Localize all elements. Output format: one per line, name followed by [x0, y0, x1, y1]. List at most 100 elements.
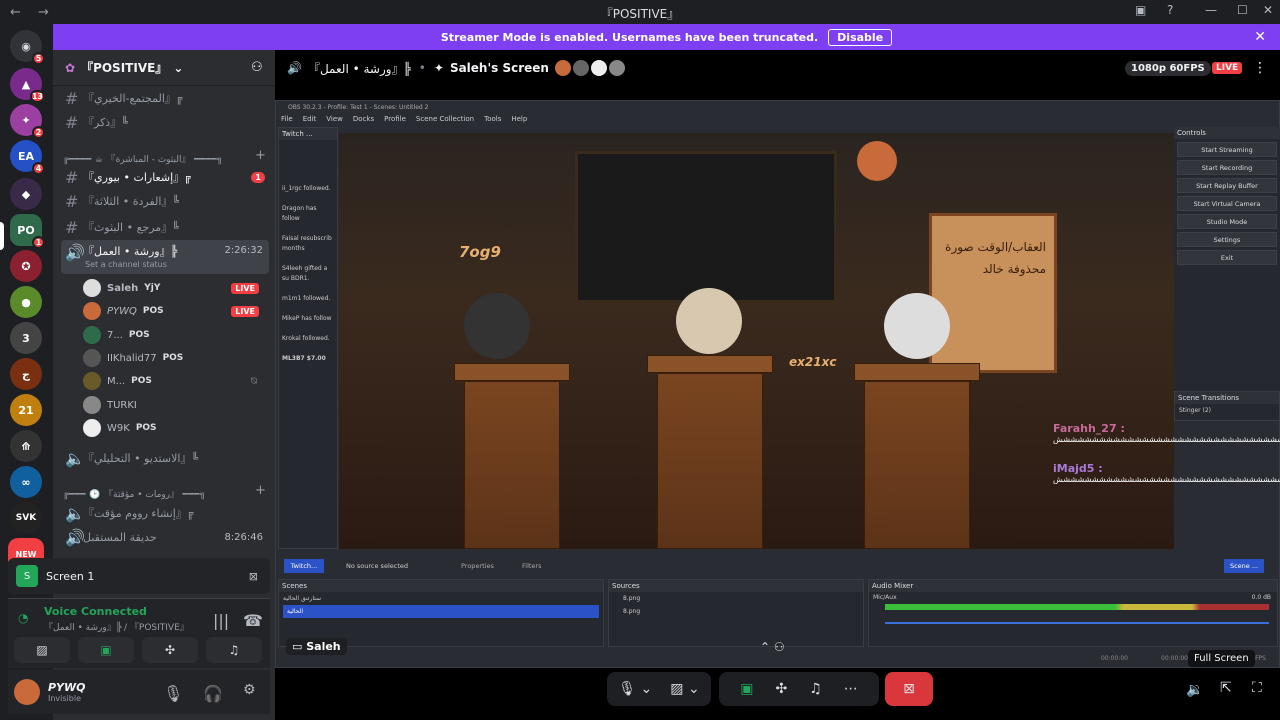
close-window-icon[interactable]: ✕	[1263, 3, 1273, 17]
channel-item[interactable]: 🔊 حديقة المستقبل 8:26:46	[61, 526, 269, 548]
camera-toggle-button[interactable]: ▨	[14, 637, 70, 663]
category-header[interactable]: ╔━━━━ ☕ 『البثوث - المباشرة』 ━━━━╗	[63, 152, 263, 165]
menu-file[interactable]: File	[281, 115, 293, 127]
voice-location[interactable]: 『ورشة • العمل』╠ / 『POSITIVE』	[44, 620, 189, 633]
source-item[interactable]: 8.png	[609, 592, 863, 605]
whiteboard: العقاب/الوقت صورة محذوفة خالد	[929, 213, 1057, 373]
menu-tools[interactable]: Tools	[484, 115, 501, 127]
exit-button[interactable]: Exit	[1177, 250, 1277, 265]
more-options-icon[interactable]: ⋮	[1253, 60, 1267, 76]
close-banner-icon[interactable]: ✕	[1254, 29, 1266, 45]
server-icon[interactable]: SVK	[10, 502, 42, 534]
server-header[interactable]: ✿ 『POSITIVE』 ⌄ ⚇	[53, 50, 275, 86]
soundboard-button[interactable]: ♫	[206, 637, 262, 663]
menu-docks[interactable]: Docks	[353, 115, 374, 127]
share-controls[interactable]: ▣ ✣ ♫ ⋯	[719, 672, 879, 706]
volume-icon[interactable]: 🔉	[1186, 682, 1203, 698]
server-icon[interactable]: ∞	[10, 466, 42, 498]
channel-item[interactable]: # 『الفردة • الثلاثة』╚	[61, 190, 269, 212]
channel-item[interactable]: # 『ذكر』╚	[61, 111, 269, 133]
voice-user[interactable]: Saleh YjY LIVE	[83, 277, 263, 299]
headphones-icon[interactable]: 🎧	[203, 684, 223, 703]
scene-item[interactable]: ستارتنق الحالية	[279, 592, 603, 605]
filters-button[interactable]: Filters	[522, 562, 541, 570]
voice-user[interactable]: PYWQ POS LIVE	[83, 300, 263, 322]
channel-item[interactable]: # 『المجتمع-الخيري』╔	[61, 87, 269, 109]
podium	[454, 363, 570, 381]
noise-suppression-icon[interactable]: |||	[213, 611, 229, 630]
server-icon[interactable]: EA 4	[10, 140, 45, 175]
channel-item[interactable]: # 『مرجع • البثوث』╚	[61, 216, 269, 238]
menu-help[interactable]: Help	[511, 115, 527, 127]
volume-slider[interactable]	[885, 622, 1269, 624]
voice-user[interactable]: 7... POS	[83, 324, 263, 346]
voice-user[interactable]: TURKI	[83, 394, 263, 416]
minimize-icon[interactable]: —	[1205, 3, 1217, 17]
share-screen-button[interactable]: ▣	[78, 637, 134, 663]
menu-profile[interactable]: Profile	[384, 115, 406, 127]
start-replay-buffer-button[interactable]: Start Replay Buffer	[1177, 178, 1277, 193]
voice-user[interactable]: W9K POS	[83, 417, 263, 439]
screen-share-panel[interactable]: S Screen 1 ⊠	[8, 558, 270, 594]
obs-preview[interactable]: 7og9 ex21xc العقاب/الوقت صورة محذوفة خال…	[339, 133, 1174, 549]
twitch-tab[interactable]: Twitch...	[284, 559, 324, 573]
discord-home-icon[interactable]: ◉ 5	[10, 30, 45, 65]
popout-icon[interactable]: ⇱	[1220, 680, 1232, 696]
menu-scene-collection[interactable]: Scene Collection	[416, 115, 474, 127]
status-time: 00:00:00	[1101, 655, 1128, 662]
settings-button[interactable]: Settings	[1177, 232, 1277, 247]
channel-status-link[interactable]: Set a channel status	[85, 260, 167, 269]
fullscreen-icon[interactable]: ⛶	[1252, 680, 1262, 696]
server-icon[interactable]: ⟰	[10, 430, 42, 462]
microphone-icon[interactable]: 🎙	[163, 684, 183, 703]
hash-icon: #	[65, 88, 79, 108]
viewer-avatars[interactable]	[554, 60, 625, 76]
disconnect-icon[interactable]: ☎	[243, 611, 263, 630]
server-icon[interactable]: ◆	[10, 178, 42, 210]
server-icon[interactable]: ▲ 13	[10, 68, 45, 103]
voice-user[interactable]: IIKhalid77 POS	[83, 347, 263, 369]
start-streaming-button[interactable]: Start Streaming	[1177, 142, 1277, 157]
add-member-icon[interactable]: ⚇	[251, 60, 263, 75]
menu-edit[interactable]: Edit	[303, 115, 317, 127]
transition-select[interactable]: Stinger (2)	[1175, 404, 1279, 417]
avatar[interactable]	[14, 679, 40, 705]
server-icon[interactable]: ج	[10, 358, 42, 390]
signal-icon[interactable]: ◔	[18, 611, 28, 625]
disable-button[interactable]: Disable	[828, 28, 893, 46]
server-icon[interactable]: 21	[10, 394, 42, 426]
inbox-icon[interactable]: ▣	[1135, 3, 1146, 17]
category-header[interactable]: ╔━━━ 🕒 『رومات • مؤقتة』 ━━━╗	[63, 487, 263, 500]
server-icon[interactable]: ✪	[10, 250, 42, 282]
help-icon[interactable]: ?	[1167, 3, 1173, 17]
voice-channel-active[interactable]: 🔊 『ورشة • العمل』╠ 2:26:32 Set a channel …	[61, 240, 269, 274]
channel-item[interactable]: 🔈 『إنشاء رووم مؤقت』╔	[61, 502, 269, 524]
start-virtual-camera-button[interactable]: Start Virtual Camera	[1177, 196, 1277, 211]
leave-call-button[interactable]: ⊠	[885, 672, 933, 706]
maximize-icon[interactable]: ☐	[1237, 3, 1248, 17]
source-item[interactable]: 8.png	[609, 605, 863, 618]
start-recording-button[interactable]: Start Recording	[1177, 160, 1277, 175]
scene-tab[interactable]: Scene ...	[1224, 559, 1264, 573]
menu-view[interactable]: View	[326, 115, 343, 127]
voice-status[interactable]: Voice Connected	[44, 605, 147, 618]
speaker-icon: 🔈	[65, 448, 85, 468]
activities-button[interactable]: ✣	[142, 637, 198, 663]
add-channel-icon[interactable]: +	[255, 483, 266, 498]
settings-gear-icon[interactable]: ⚙	[243, 682, 256, 698]
microphone-button[interactable]: 🎙 ⌄ ▨ ⌄	[607, 672, 711, 706]
studio-mode-button[interactable]: Studio Mode	[1177, 214, 1277, 229]
server-icon[interactable]: ✦ 2	[10, 104, 45, 139]
server-icon[interactable]: ●	[10, 286, 42, 318]
channel-item[interactable]: # 『إشعارات • بيوري』╔ 1	[61, 166, 269, 188]
properties-button[interactable]: Properties	[461, 562, 494, 570]
voice-channel-name[interactable]: 『ورشة • العمل』╠	[308, 60, 411, 77]
stop-share-icon[interactable]: ⊠	[249, 570, 258, 583]
scene-item-selected[interactable]: الحالية	[283, 605, 599, 618]
server-icon[interactable]: 3	[10, 322, 42, 354]
add-channel-icon[interactable]: +	[255, 148, 266, 163]
positive-server-icon[interactable]: PO 1	[10, 214, 45, 249]
channel-item[interactable]: 🔈 『الاستديو • التحليلي』╚	[61, 447, 269, 469]
chevron-up-icon[interactable]: ⌃ ⚇	[760, 640, 785, 654]
voice-user[interactable]: M... POS ⍉	[83, 370, 263, 392]
